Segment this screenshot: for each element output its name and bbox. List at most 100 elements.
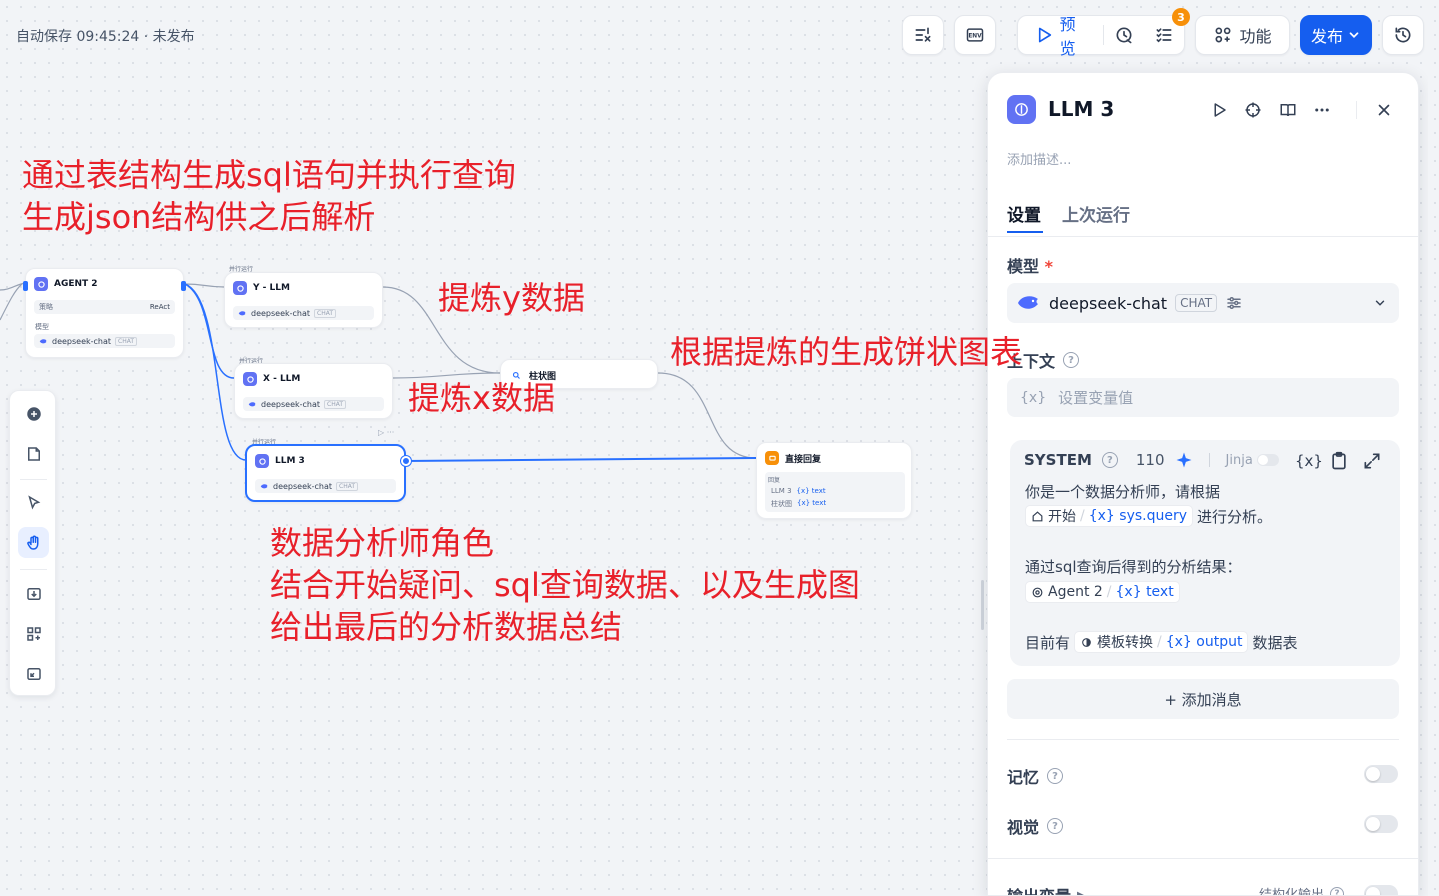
annotation-y-data: 提炼y数据 <box>438 279 585 317</box>
structured-output-label: 结构化输出 ? <box>1259 884 1345 895</box>
model-chip: CHAT <box>314 308 337 318</box>
help-icon[interactable]: ? <box>1330 886 1345 895</box>
vision-label-text: 视觉 <box>1007 818 1040 837</box>
node-llm-3[interactable]: LLM 3 deepseek-chat CHAT <box>245 444 411 502</box>
help-icon[interactable]: ? <box>1063 352 1080 368</box>
answer-icon <box>765 451 779 465</box>
jinja-toggle[interactable] <box>1256 454 1279 466</box>
close-panel-button[interactable] <box>1373 99 1395 121</box>
whale-icon <box>238 310 246 315</box>
role-label: SYSTEM <box>1024 451 1092 469</box>
sparkle-icon[interactable] <box>1175 451 1193 469</box>
note-icon <box>27 446 40 461</box>
prompt-text: 进行分析。 <box>1197 507 1273 526</box>
node-title: X - LLM <box>263 374 301 384</box>
node-title: Y - LLM <box>253 283 290 293</box>
version-history-button[interactable] <box>1382 15 1424 55</box>
panel-scrollbar[interactable] <box>1428 72 1434 896</box>
description-input[interactable]: 添加描述... <box>1007 149 1071 168</box>
variable-ref-agent[interactable]: Agent 2/ {x} text <box>1025 581 1180 603</box>
output-port[interactable] <box>181 281 186 291</box>
help-icon[interactable]: ? <box>1047 768 1064 784</box>
checklist-button[interactable]: 3 <box>1144 8 1190 54</box>
book-icon <box>1280 104 1296 117</box>
model-selector[interactable]: deepseek-chat CHAT <box>1007 283 1399 323</box>
token-count: 110 <box>1135 451 1165 469</box>
output-variables-header[interactable]: 输出变量 ▶ <box>1007 883 1085 895</box>
tab-settings[interactable]: 设置 <box>1007 201 1041 226</box>
export-image-button[interactable] <box>18 578 49 609</box>
help-icon[interactable]: ? <box>1101 452 1118 468</box>
memory-toggle[interactable] <box>1364 765 1398 783</box>
ref-node: 柱状图 <box>771 500 792 508</box>
ref-node: 模板转换 <box>1097 635 1154 651</box>
divider <box>20 569 47 570</box>
expand-button[interactable] <box>1362 451 1382 475</box>
play-icon <box>1038 27 1052 43</box>
ref-var: {x} sys.query <box>1088 508 1188 524</box>
add-message-button[interactable]: + 添加消息 <box>1007 679 1399 719</box>
minimap-button[interactable] <box>18 658 49 689</box>
divider <box>1356 101 1357 119</box>
context-variable-input[interactable]: {x} 设置变量值 <box>1007 378 1399 417</box>
hand-mode-button[interactable] <box>18 527 49 558</box>
copy-button[interactable] <box>1329 451 1349 475</box>
tab-indicator <box>1007 231 1043 233</box>
vision-field-label: 视觉 ? <box>1007 814 1064 838</box>
clipboard-icon <box>1332 451 1346 470</box>
output-port[interactable] <box>401 456 411 466</box>
vision-toggle[interactable] <box>1364 815 1398 833</box>
features-button[interactable]: 功能 <box>1195 15 1290 55</box>
variable-ref-template[interactable]: 模板转换 / {x} output <box>1074 631 1249 653</box>
organize-nodes-button[interactable] <box>18 618 49 649</box>
input-port[interactable] <box>23 281 28 291</box>
help-icon[interactable]: ? <box>1047 818 1064 834</box>
prompt-line-3: 通过sql查询后得到的分析结果： <box>1025 556 1242 577</box>
node-y-llm[interactable]: Y - LLM deepseek-chat CHAT <box>224 272 383 328</box>
panel-resize-handle[interactable] <box>981 580 984 630</box>
chevron-down-icon <box>1375 300 1385 306</box>
close-icon <box>1378 104 1390 116</box>
insert-variable-button[interactable]: {x} <box>1295 452 1323 470</box>
node-actions[interactable]: ▷ ··· <box>378 428 394 437</box>
expand-icon <box>1364 453 1380 469</box>
model-name: deepseek-chat <box>1049 293 1168 313</box>
preview-button[interactable]: 预览 <box>1018 15 1103 58</box>
run-node-button[interactable] <box>1208 99 1230 121</box>
model-row: deepseek-chat CHAT <box>255 479 396 493</box>
output-label-text: 输出变量 <box>1007 883 1071 895</box>
variable-icon: {x} <box>1020 389 1047 406</box>
publish-button[interactable]: 发布 <box>1300 15 1372 55</box>
help-doc-button[interactable] <box>1277 99 1299 121</box>
node-direct-answer[interactable]: 直接回复 回复 LLM 3 {x} text 柱状图 {x} text <box>756 442 912 519</box>
node-header: X - LLM <box>243 372 300 386</box>
run-group: 预览 3 <box>1017 8 1190 58</box>
whale-icon <box>248 401 256 406</box>
agent-icon <box>34 277 48 291</box>
run-history-button[interactable] <box>1104 16 1144 54</box>
node-x-llm[interactable]: X - LLM deepseek-chat CHAT <box>234 363 393 419</box>
more-button[interactable] <box>1311 99 1333 121</box>
pointer-mode-button[interactable] <box>18 487 49 518</box>
add-note-button[interactable] <box>18 438 49 469</box>
agent-icon <box>1032 587 1043 597</box>
deepseek-whale-icon <box>1018 296 1038 309</box>
model-chip: CHAT <box>115 336 138 346</box>
preview-label: 预览 <box>1059 15 1076 58</box>
model-chip: CHAT <box>1175 294 1218 312</box>
annotation-json: 生成json结构供之后解析 <box>22 198 376 236</box>
variable-ref-start[interactable]: 开始 / {x} sys.query <box>1025 505 1194 527</box>
prompt-line-4: Agent 2/ {x} text <box>1025 581 1180 603</box>
tab-last-run[interactable]: 上次运行 <box>1062 201 1130 226</box>
system-prompt-editor[interactable]: SYSTEM ? 110 Jinja {x} 你是一个数据分析师，请根据 开始 /… <box>1010 440 1400 666</box>
locate-node-button[interactable] <box>1242 99 1264 121</box>
node-agent-2[interactable]: AGENT 2 策略 ReAct 模型 deepseek-chat CHAT <box>23 268 186 358</box>
play-icon <box>1214 103 1226 117</box>
model-row: deepseek-chat CHAT <box>233 306 374 320</box>
node-header: Y - LLM <box>233 281 290 295</box>
structured-output-toggle[interactable] <box>1364 885 1398 895</box>
add-node-button[interactable] <box>18 398 49 429</box>
context-placeholder: 设置变量值 <box>1058 389 1134 407</box>
panel-title: LLM 3 <box>1048 97 1115 121</box>
llm-icon <box>233 281 247 295</box>
